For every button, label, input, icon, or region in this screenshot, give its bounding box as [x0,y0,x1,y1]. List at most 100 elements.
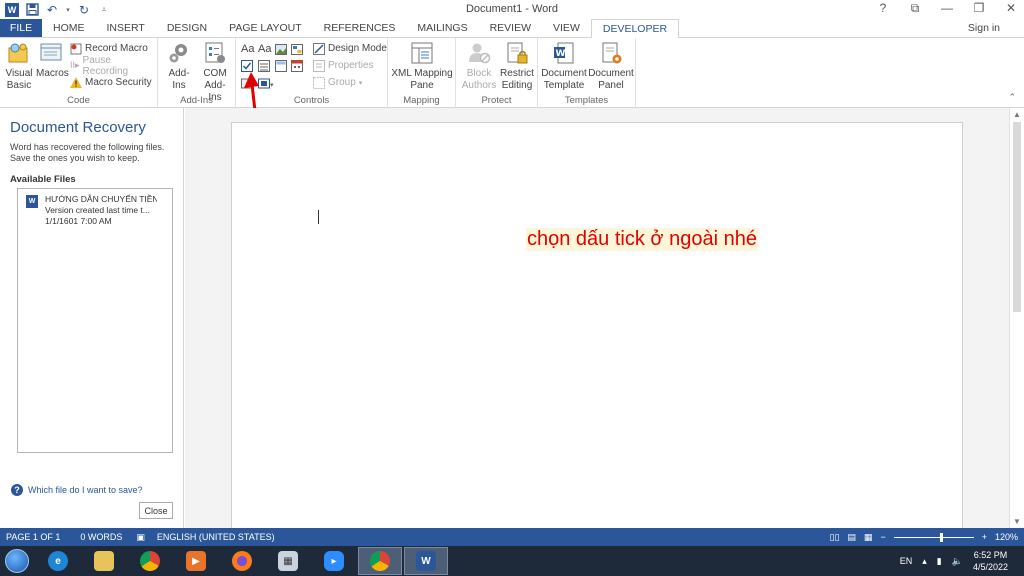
available-files-heading: Available Files [10,174,76,185]
undo-icon[interactable]: ↶ [45,3,59,17]
svg-text:▾: ▾ [270,82,274,89]
vertical-scrollbar[interactable]: ▲ ▼ [1009,108,1024,528]
web-layout-icon[interactable]: ▦ [864,532,873,543]
tab-view[interactable]: VIEW [542,19,591,37]
which-file-help-link[interactable]: ? Which file do I want to save? [11,484,143,496]
chevron-down-icon: ▾ [358,79,363,87]
read-mode-icon[interactable]: ▯▯ [830,532,840,543]
taskbar: e ▶ ▦ ▸ W EN ▴ ▮ 🔈 6:52 PM 4/5/2022 [0,546,1024,576]
xml-mapping-pane-button[interactable]: XML Mapping Pane [390,41,454,92]
print-layout-icon[interactable]: ▤ [847,532,856,543]
network-icon[interactable]: ▮ [937,556,942,567]
page-count[interactable]: PAGE 1 OF 1 [6,532,60,542]
tab-design[interactable]: DESIGN [156,19,218,37]
properties-button[interactable]: Properties [313,58,374,73]
drop-down-list-control-icon[interactable] [275,58,287,73]
restrict-editing-button[interactable]: Restrict Editing [498,41,536,92]
taskbar-calculator[interactable]: ▦ [266,547,310,575]
start-button[interactable] [0,546,34,576]
pause-recording-button[interactable]: II▸ Pause Recording [70,55,157,77]
taskbar-zoom[interactable]: ▸ [312,547,356,575]
group-label-templates: Templates [564,95,609,106]
language[interactable]: ENGLISH (UNITED STATES) [157,532,275,542]
building-block-control-icon[interactable] [291,42,303,57]
tab-mailings[interactable]: MAILINGS [406,19,478,37]
macro-security-button[interactable]: Macro Security [70,75,152,90]
zoom-in-button[interactable]: + [982,532,987,542]
firefox-icon [232,551,252,571]
taskbar-word[interactable]: W [404,547,448,575]
zoom-out-button[interactable]: − [880,532,885,542]
collapse-ribbon-icon[interactable]: ⌃ [1008,92,1016,103]
block-authors-button[interactable]: Block Authors [459,41,499,92]
document-template-icon: W [552,41,576,65]
design-mode-button[interactable]: Design Mode [313,41,387,56]
picture-content-control-icon[interactable] [275,42,287,57]
taskbar-firefox[interactable] [220,547,264,575]
recovered-files-list[interactable]: W HƯỚNG DẪN CHUYỂN TIỀN... Version creat… [17,188,173,453]
document-template-button[interactable]: W Document Template [540,41,588,92]
zoom-app-icon: ▸ [324,551,344,571]
visual-basic-button[interactable]: Visual Basic [4,41,34,92]
visual-basic-icon [7,41,31,65]
word-count[interactable]: 0 WORDS [80,532,122,542]
sign-in-link[interactable]: Sign in [968,22,1000,34]
group-templates: W Document Template Document Panel Templ… [538,38,636,108]
internet-explorer-icon: e [48,551,68,571]
restore-icon[interactable]: ❐ [972,1,986,16]
taskbar-media-player[interactable]: ▶ [174,547,218,575]
scroll-down-icon[interactable]: ▼ [1013,517,1021,526]
close-button[interactable]: Close [139,502,173,519]
close-window-icon[interactable]: ✕ [1004,1,1018,16]
taskbar-chrome[interactable] [128,547,172,575]
calculator-icon: ▦ [278,551,298,571]
tab-file[interactable]: FILE [0,19,42,37]
scroll-up-icon[interactable]: ▲ [1013,110,1021,119]
tab-home[interactable]: HOME [42,19,96,37]
warning-icon [70,77,82,88]
zoom-level[interactable]: 120% [995,532,1018,542]
macros-icon [39,41,63,65]
scroll-thumb[interactable] [1013,122,1021,312]
plain-text-content-control[interactable]: Aa [258,41,271,56]
windows-orb-icon [5,549,29,573]
ribbon-tabs: FILE HOME INSERT DESIGN PAGE LAYOUT REFE… [0,19,1024,39]
recovered-file-version: Version created last time t... [45,205,150,215]
taskbar-file-explorer[interactable] [82,547,126,575]
taskbar-internet-explorer[interactable]: e [36,547,80,575]
customize-qat-icon[interactable]: ⩡ [97,3,111,17]
add-ins-button[interactable]: Add-Ins [162,41,196,92]
save-icon[interactable] [25,3,39,17]
group-protect: Block Authors Restrict Editing Protect [456,38,538,108]
tab-insert[interactable]: INSERT [96,19,156,37]
clock[interactable]: 6:52 PM 4/5/2022 [973,549,1008,573]
group-label-code: Code [67,95,90,106]
document-page[interactable]: chọn dấu tick ở ngoài nhé [231,122,963,528]
tab-developer[interactable]: DEVELOPER [590,19,680,39]
lock-icon [505,41,529,65]
quick-access-toolbar: W ↶ ▾ ↻ ⩡ [0,2,111,17]
chrome-icon [370,551,390,571]
date-picker-control-icon[interactable] [291,58,303,73]
redo-icon[interactable]: ↻ [77,3,91,17]
undo-dropdown-icon[interactable]: ▾ [65,3,71,17]
document-panel-button[interactable]: Document Panel [588,41,634,92]
minimize-icon[interactable]: — [940,1,954,16]
tray-expand-icon[interactable]: ▴ [922,556,927,567]
group-add-ins: Add-Ins COM Add-Ins Add-Ins [158,38,236,108]
volume-icon[interactable]: 🔈 [952,556,963,567]
tab-review[interactable]: REVIEW [479,19,542,37]
input-language[interactable]: EN [900,556,913,566]
ribbon-display-options-icon[interactable]: ⧉ [908,1,922,16]
zoom-slider-knob[interactable] [939,532,943,542]
tab-page-layout[interactable]: PAGE LAYOUT [218,19,313,37]
rich-text-content-control[interactable]: Aa [241,41,254,56]
word-logo-icon[interactable]: W [5,2,19,17]
group-button[interactable]: Group ▾ [313,75,362,90]
taskbar-chrome-2[interactable] [358,547,402,575]
proofing-icon[interactable]: ▣ [136,532,145,543]
macros-button[interactable]: Macros [36,41,69,80]
help-icon[interactable]: ? [876,1,890,16]
tab-references[interactable]: REFERENCES [313,19,407,37]
zoom-slider[interactable] [893,532,974,542]
